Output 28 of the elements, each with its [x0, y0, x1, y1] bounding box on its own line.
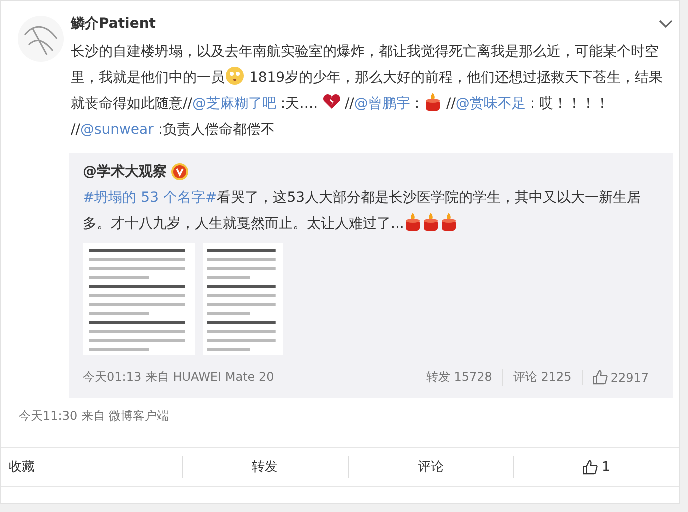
author-name[interactable]: 鳞介Patient [71, 15, 156, 33]
action-button[interactable]: 转发 [182, 456, 348, 478]
user-mention-link[interactable]: @曾鹏宇 [354, 96, 410, 112]
user-mention-link[interactable]: @赏味不足 [456, 96, 526, 112]
thumbs-up-icon [582, 460, 598, 474]
action-button[interactable]: 评论 [348, 456, 514, 478]
post-source: 今天11:30 来自 微博客户端 [19, 408, 170, 425]
repost-count-link[interactable]: 转发 15728 [416, 369, 502, 386]
broken-heart-icon [322, 94, 341, 110]
candle-icon [424, 92, 442, 112]
avatar-sketch-icon [17, 15, 65, 63]
like-button[interactable]: 1 [513, 456, 679, 478]
repost-author[interactable]: @学术大观察 [83, 163, 167, 181]
user-mention-link[interactable]: @sunwear [80, 122, 154, 138]
repost-source: 今天01:13 来自 HUAWEI Mate 20 [83, 369, 274, 386]
thumbs-up-icon [592, 370, 608, 385]
topic-link[interactable]: #坍塌的 53 个名字# [83, 190, 218, 206]
candle-icon [422, 212, 440, 232]
repost-text: #坍塌的 53 个名字#看哭了，这53人大部分都是长沙医学院的学生，其中又以大一新生居多。才十八九岁，人生就戛然而止。太让人难过了... [83, 189, 642, 234]
action-button[interactable]: 收藏 [1, 456, 182, 478]
candle-icon [404, 212, 422, 232]
post-text: 长沙的自建楼坍塌，以及去年南航实验室的爆炸，都让我觉得死亡离我是那么近，可能某个时空里，我就是他们中的一员 1819岁的少年，那么大好的前程，他们还想过拯救天下苍生，结果就丧命得如此随意//@芝麻糊了吧 :天…. //@曾鹏宇 : //@赏味不足 : 哎！！！！ //@sunwear :负责人偿命都偿不 [71, 43, 664, 140]
candle-icon [440, 212, 458, 232]
blushing-face-icon [225, 66, 245, 86]
like-count-link[interactable]: 22917 [582, 370, 659, 385]
comment-count-link[interactable]: 评论 2125 [502, 369, 582, 386]
chevron-down-icon[interactable] [659, 20, 673, 28]
user-mention-link[interactable]: @芝麻糊了吧 [192, 96, 276, 112]
